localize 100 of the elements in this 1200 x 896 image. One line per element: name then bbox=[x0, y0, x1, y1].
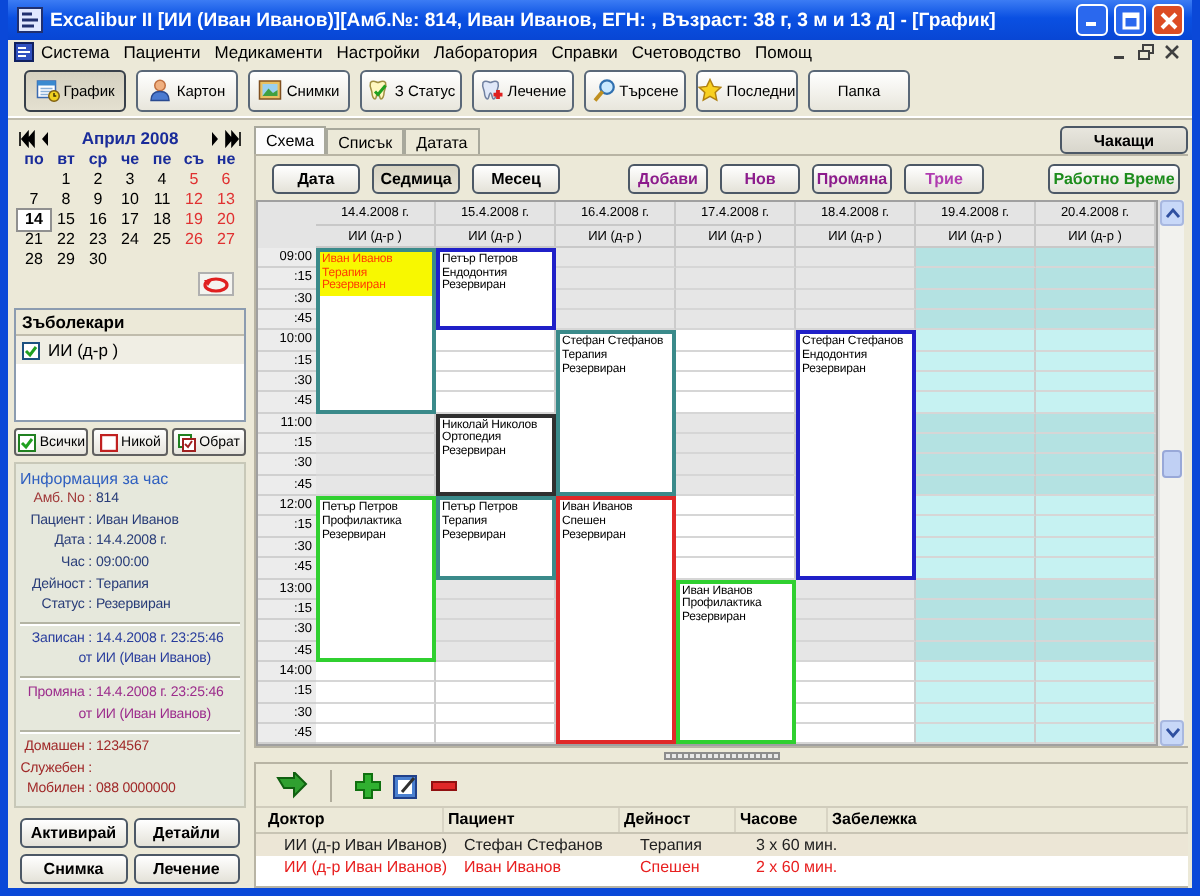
calendar-day[interactable]: 29 bbox=[50, 250, 82, 270]
menu-item[interactable]: Пациенти bbox=[116, 41, 208, 63]
scroll-down-button[interactable] bbox=[1160, 720, 1184, 747]
calendar-day[interactable]: 22 bbox=[50, 230, 82, 250]
waiting-button[interactable]: Чакащи bbox=[1060, 126, 1188, 154]
scroll-thumb[interactable] bbox=[1162, 450, 1182, 478]
restore-icon[interactable] bbox=[1138, 44, 1154, 60]
next-icon[interactable] bbox=[210, 129, 222, 147]
close-icon bbox=[1159, 11, 1177, 29]
first-page-icon[interactable] bbox=[18, 129, 36, 147]
table-cell-text: ИИ (д-р Иван Иванов) bbox=[282, 856, 444, 879]
table-cell-text: ИИ (д-р Иван Иванов) bbox=[282, 834, 444, 857]
action-button[interactable]: Снимка bbox=[20, 854, 127, 884]
menu-item[interactable]: Медикаменти bbox=[207, 41, 330, 63]
view-button[interactable]: Месец bbox=[472, 164, 560, 194]
arrow-icon[interactable] bbox=[276, 771, 308, 800]
calendar-day[interactable]: 16 bbox=[82, 210, 114, 230]
table-cell-text: Иван Иванов bbox=[462, 856, 563, 879]
checkbox[interactable] bbox=[22, 341, 40, 359]
two-boxes-icon bbox=[177, 433, 196, 452]
time-slot[interactable] bbox=[796, 579, 916, 600]
table-row[interactable]: ИИ (д-р Иван Иванов) Стефан Стефанов Терапия 3 х 60 мин. bbox=[256, 834, 1188, 857]
column-header[interactable]: Пациент bbox=[444, 808, 620, 833]
calendar-day[interactable]: 8 bbox=[50, 190, 82, 210]
calendar-day[interactable]: 26 bbox=[178, 230, 210, 250]
calendar-day[interactable]: 23 bbox=[82, 230, 114, 250]
plus-icon[interactable] bbox=[354, 771, 382, 800]
today-button[interactable] bbox=[198, 272, 234, 296]
calendar-day[interactable]: 28 bbox=[18, 250, 50, 270]
calendar-day[interactable]: 20 bbox=[210, 210, 242, 230]
weekday-label: вт bbox=[55, 150, 77, 170]
action-button[interactable]: Промяна bbox=[812, 164, 892, 194]
calendar-day[interactable]: 17 bbox=[114, 210, 146, 230]
calendar-day[interactable]: 21 bbox=[18, 230, 50, 250]
calendar-day[interactable]: 30 bbox=[82, 250, 114, 270]
menu-item[interactable]: Справки bbox=[544, 41, 625, 63]
previous-icon[interactable] bbox=[38, 129, 50, 147]
tooth-icon bbox=[366, 78, 391, 102]
action-button[interactable]: Активирай bbox=[20, 818, 127, 848]
column-header[interactable]: Забележка bbox=[828, 808, 1188, 833]
work-time-button[interactable]: Работно Време bbox=[1048, 164, 1180, 194]
calendar-day[interactable]: 10 bbox=[114, 190, 146, 210]
calendar-day[interactable]: 4 bbox=[146, 170, 178, 190]
calendar-day[interactable]: 27 bbox=[210, 230, 242, 250]
maximize-button[interactable] bbox=[1114, 4, 1146, 36]
menu-item[interactable]: Счетоводство bbox=[624, 41, 749, 63]
view-button[interactable]: Седмица bbox=[372, 164, 460, 194]
calendar-day[interactable]: 2 bbox=[82, 170, 114, 190]
scroll-up-button[interactable] bbox=[1160, 200, 1184, 226]
calendar-day[interactable]: 3 bbox=[114, 170, 146, 190]
calendar-day[interactable]: 15 bbox=[50, 210, 82, 230]
close-button[interactable] bbox=[1152, 4, 1184, 36]
calendar-day[interactable]: 7 bbox=[18, 190, 50, 210]
scrollbar[interactable] bbox=[1158, 200, 1184, 747]
table-row[interactable]: ИИ (д-р Иван Иванов) Иван Иванов Спешен 2 х 60 мин. bbox=[256, 856, 1188, 879]
search-icon bbox=[591, 78, 616, 102]
calendar-day[interactable]: 6 bbox=[210, 170, 242, 190]
minimize-button[interactable] bbox=[1076, 4, 1108, 36]
calendar-day[interactable]: 18 bbox=[146, 210, 178, 230]
calendar-icon bbox=[35, 78, 60, 102]
action-button[interactable]: Лечение bbox=[133, 854, 240, 884]
action-button[interactable]: Добави bbox=[628, 164, 708, 194]
action-button[interactable]: Трие bbox=[904, 164, 984, 194]
calendar-day[interactable]: 5 bbox=[178, 170, 210, 190]
action-button[interactable]: Нов bbox=[720, 164, 800, 194]
menu-item[interactable]: Система bbox=[34, 41, 117, 63]
time-slot[interactable] bbox=[796, 310, 916, 331]
table-cell-text: Терапия bbox=[638, 834, 704, 857]
last-page-icon[interactable] bbox=[224, 129, 242, 147]
picture-frame-icon bbox=[258, 78, 283, 102]
app-icon bbox=[16, 6, 44, 34]
menu-item[interactable]: Лаборатория bbox=[426, 41, 545, 63]
calendar-day[interactable]: 1 bbox=[50, 170, 82, 190]
column-header[interactable]: Часове bbox=[736, 808, 828, 833]
calendar-day[interactable]: 12 bbox=[178, 190, 210, 210]
calendar-day[interactable]: 25 bbox=[146, 230, 178, 250]
column-header[interactable]: Доктор bbox=[264, 808, 444, 833]
calendar-day[interactable]: 14 bbox=[18, 210, 50, 230]
action-button[interactable]: Детайли bbox=[133, 818, 240, 848]
weekday-label: не bbox=[214, 150, 238, 170]
column-header[interactable]: Дейност bbox=[620, 808, 736, 833]
calendar-day[interactable]: 24 bbox=[114, 230, 146, 250]
splitter-handle[interactable] bbox=[663, 751, 779, 760]
list-header: Зъболекари bbox=[16, 310, 244, 336]
menu-item[interactable]: Настройки bbox=[329, 41, 427, 63]
weekday-label: по bbox=[22, 150, 46, 170]
edit-icon[interactable] bbox=[392, 771, 420, 800]
calendar-day[interactable]: 19 bbox=[178, 210, 210, 230]
info-title: Информация за час bbox=[20, 468, 171, 491]
tab[interactable]: Датата bbox=[404, 128, 480, 154]
view-button[interactable]: Дата bbox=[272, 164, 360, 194]
calendar-day[interactable]: 11 bbox=[146, 190, 178, 210]
tab[interactable]: Списък bbox=[326, 128, 405, 154]
calendar-day[interactable]: 9 bbox=[82, 190, 114, 210]
close-icon[interactable] bbox=[1164, 44, 1180, 60]
person-icon bbox=[148, 78, 173, 102]
calendar-day[interactable]: 13 bbox=[210, 190, 242, 210]
tab[interactable]: Схема bbox=[254, 126, 327, 154]
menu-item[interactable]: Помощ bbox=[748, 41, 819, 63]
month-title: Април 2008 bbox=[79, 128, 181, 148]
